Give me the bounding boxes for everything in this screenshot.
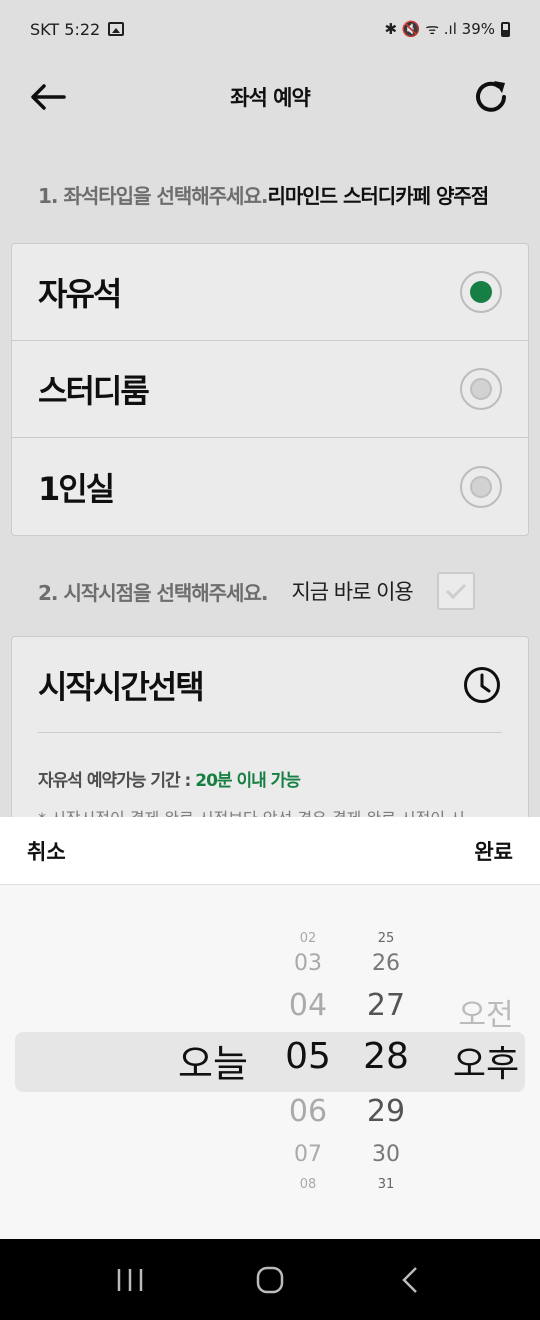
hour-option: 07 bbox=[294, 1142, 322, 1167]
picker-toolbar: 취소 완료 bbox=[0, 817, 540, 885]
minute-option: 25 bbox=[377, 931, 395, 946]
system-nav-bar bbox=[0, 1239, 540, 1320]
hour-option: 06 bbox=[288, 1094, 328, 1129]
home-icon bbox=[256, 1266, 284, 1293]
hour-option-selected: 05 bbox=[285, 1036, 331, 1077]
minute-option: 29 bbox=[366, 1094, 406, 1129]
minute-option: 27 bbox=[366, 988, 406, 1023]
recent-apps-icon bbox=[117, 1268, 143, 1291]
ampm-option-selected: 오후 bbox=[452, 1044, 520, 1085]
time-picker-sheet: 취소 완료 오늘 02 03 04 05 06 07 08 25 26 27 2… bbox=[0, 817, 540, 1239]
home-button[interactable] bbox=[240, 1250, 300, 1310]
minute-option: 26 bbox=[372, 951, 400, 976]
minute-option: 31 bbox=[377, 1177, 395, 1192]
hour-option: 08 bbox=[299, 1177, 317, 1192]
hour-option: 04 bbox=[288, 988, 328, 1023]
day-wheel[interactable]: 오늘 bbox=[168, 885, 258, 1239]
minute-option-selected: 28 bbox=[363, 1036, 409, 1077]
ampm-wheel[interactable]: 오전 오후 bbox=[446, 885, 526, 1239]
back-nav-button[interactable] bbox=[380, 1250, 440, 1310]
minute-option: 30 bbox=[372, 1142, 400, 1167]
recent-apps-button[interactable] bbox=[100, 1250, 160, 1310]
hour-wheel[interactable]: 02 03 04 05 06 07 08 bbox=[278, 885, 338, 1239]
hour-option: 02 bbox=[299, 931, 317, 946]
cancel-button[interactable]: 취소 bbox=[27, 836, 66, 866]
done-button[interactable]: 완료 bbox=[474, 836, 513, 866]
hour-option: 03 bbox=[294, 951, 322, 976]
dim-overlay[interactable] bbox=[0, 0, 540, 817]
chevron-left-icon bbox=[402, 1266, 417, 1293]
day-option: 오늘 bbox=[178, 1042, 248, 1086]
minute-wheel[interactable]: 25 26 27 28 29 30 31 bbox=[356, 885, 416, 1239]
ampm-option: 오전 bbox=[458, 998, 514, 1033]
picker-wheels: 오늘 02 03 04 05 06 07 08 25 26 27 28 29 3… bbox=[0, 885, 540, 1239]
